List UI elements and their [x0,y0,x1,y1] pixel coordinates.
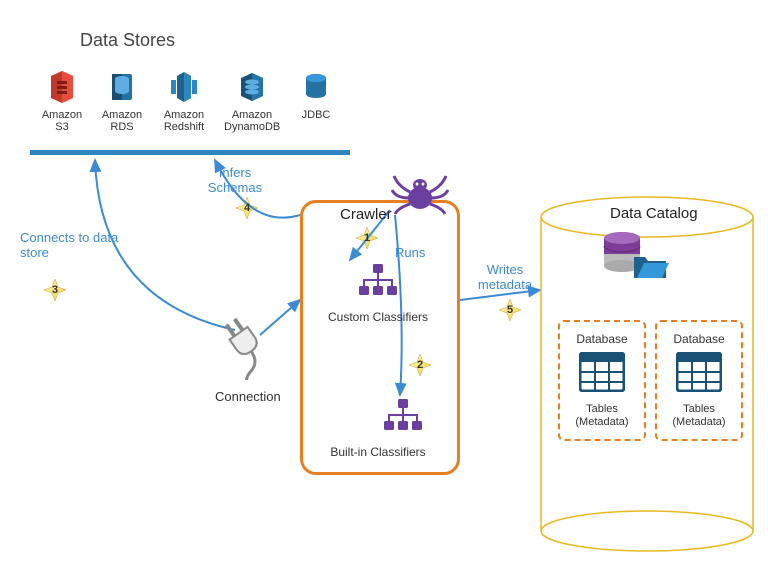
step-3-badge: 3 [45,280,65,300]
hierarchy-icon [358,263,398,297]
step-4-num: 4 [244,202,250,214]
plug-icon [218,310,278,380]
spider-icon [390,172,450,216]
step-5-num: 5 [507,304,513,316]
step-4-badge: 4 [237,198,257,218]
database-1-title: Database [570,332,634,346]
database-2: Database Tables (Metadata) [655,320,743,441]
hierarchy-icon [383,398,423,432]
connects-label: Connects to data store [20,230,130,260]
folder-icon [632,252,670,282]
connection: Connection [215,310,281,404]
writes-label: Writes metadata [470,262,540,292]
step-3-num: 3 [52,284,58,296]
builtin-classifiers: Built-in Classifiers [313,398,443,459]
crawler-title: Crawler [340,206,392,223]
builtin-classifiers-label: Built-in Classifiers [313,445,443,459]
table-icon [676,352,722,392]
database-1-caption: Tables (Metadata) [570,403,634,429]
custom-classifiers: Custom Classifiers [313,263,443,324]
infers-label: Infers Schemas [195,165,275,195]
database-2-caption: Tables (Metadata) [667,403,731,429]
connection-label: Connection [215,389,281,404]
data-catalog-title: Data Catalog [610,205,698,222]
table-icon [579,352,625,392]
step-5-badge: 5 [500,300,520,320]
database-1: Database Tables (Metadata) [558,320,646,441]
custom-classifiers-label: Custom Classifiers [313,310,443,324]
database-2-title: Database [667,332,731,346]
